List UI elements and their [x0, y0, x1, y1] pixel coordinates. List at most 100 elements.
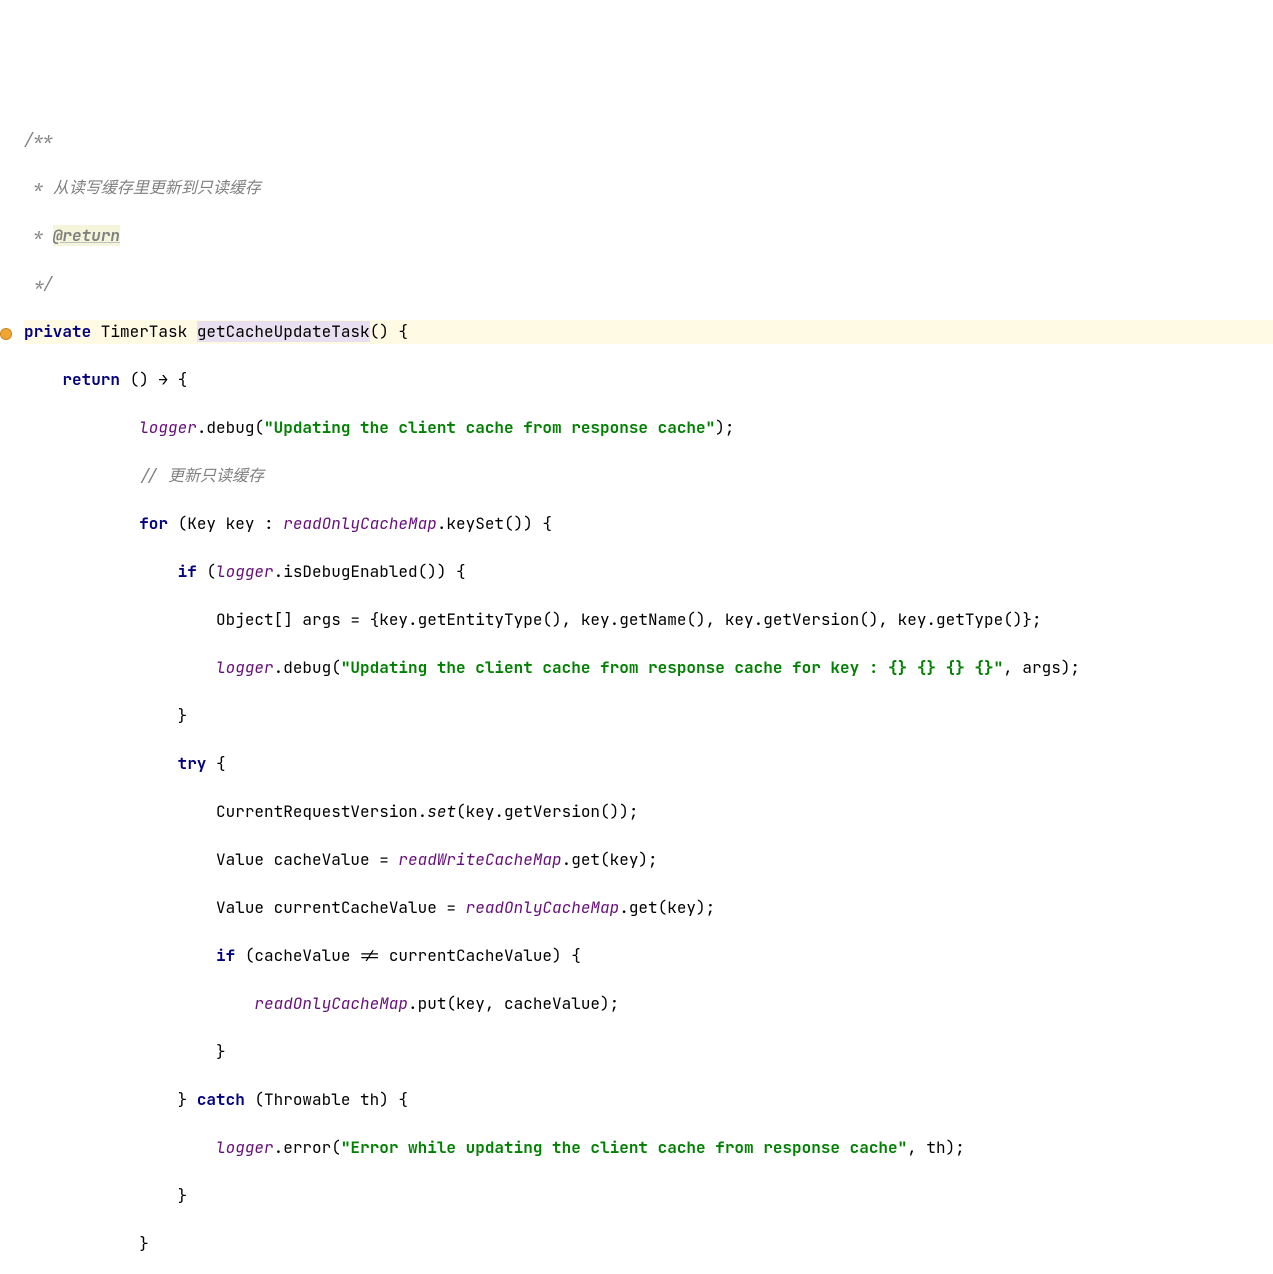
close-brace: }: [178, 705, 188, 726]
line-end: .isDebugEnabled()) {: [274, 561, 466, 582]
field-readonly-map: readOnlyCacheMap: [283, 513, 437, 534]
type-name: TimerTask: [91, 321, 197, 342]
javadoc-text: 从读写缓存里更新到只读缓存: [53, 177, 261, 198]
method-call: .debug(: [274, 657, 341, 678]
code-line[interactable]: }: [24, 1184, 1273, 1208]
static-method-call: set: [427, 801, 456, 822]
method-declaration: getCacheUpdateTask: [197, 321, 370, 342]
indent: [24, 1137, 216, 1158]
method-call: .error(: [274, 1137, 341, 1158]
code-line[interactable]: Value cacheValue = readWriteCacheMap.get…: [24, 848, 1273, 872]
indent: [24, 1089, 178, 1110]
code-line[interactable]: CurrentRequestVersion.set(key.getVersion…: [24, 800, 1273, 824]
javadoc-end: */: [24, 273, 53, 294]
field-readonly-map: readOnlyCacheMap: [466, 897, 620, 918]
method-params: () {: [370, 321, 408, 342]
catch-params: (Throwable th) {: [245, 1089, 408, 1110]
keyword-if: if: [178, 561, 197, 582]
indent: [24, 1233, 139, 1254]
code-line[interactable]: // 更新只读缓存: [24, 464, 1273, 488]
line-end: .get(key);: [619, 897, 715, 918]
code-line[interactable]: /**: [24, 128, 1273, 152]
close-brace: }: [216, 1041, 226, 1062]
javadoc-start: /**: [24, 129, 53, 150]
indent: [24, 417, 139, 438]
indent: [24, 609, 216, 630]
close-brace: }: [178, 1089, 197, 1110]
code-line[interactable]: }: [24, 1232, 1273, 1256]
indent: [24, 753, 178, 774]
keyword-private: private: [24, 321, 91, 342]
indent: [24, 369, 62, 390]
line-end: .keySet()) {: [437, 513, 552, 534]
javadoc-return-tag: @return: [53, 225, 120, 246]
code-line[interactable]: logger.debug("Updating the client cache …: [24, 656, 1273, 680]
indent: [24, 1185, 178, 1206]
indent: [24, 993, 254, 1014]
code-line[interactable]: * 从读写缓存里更新到只读缓存: [24, 176, 1273, 200]
field-logger: logger: [216, 657, 274, 678]
line-comment: // 更新只读缓存: [139, 465, 264, 486]
field-logger: logger: [216, 561, 274, 582]
code-line[interactable]: Object[] args = {key.getEntityType(), ke…: [24, 608, 1273, 632]
indent: [24, 561, 178, 582]
line-end: .put(key, cacheValue);: [408, 993, 619, 1014]
close-brace: }: [178, 1185, 188, 1206]
variable-declaration: Value cacheValue =: [216, 849, 398, 870]
indent: [24, 945, 216, 966]
indent: [24, 705, 178, 726]
code-line[interactable]: for (Key key : readOnlyCacheMap.keySet()…: [24, 512, 1273, 536]
code-editor[interactable]: /** * 从读写缓存里更新到只读缓存 * @return */ private…: [0, 96, 1273, 1274]
code-line[interactable]: if (cacheValue != currentCacheValue) {: [24, 944, 1273, 968]
keyword-return: return: [62, 369, 120, 390]
indent: [24, 513, 139, 534]
warning-gutter-icon[interactable]: [0, 323, 16, 339]
lambda-arrow: () → {: [120, 369, 187, 390]
code-line[interactable]: */: [24, 272, 1273, 296]
code-line[interactable]: return () → {: [24, 368, 1273, 392]
close-brace: }: [139, 1233, 149, 1254]
indent: [24, 465, 139, 486]
variable-declaration: Value currentCacheValue =: [216, 897, 466, 918]
code-line[interactable]: }: [24, 704, 1273, 728]
open-brace: {: [206, 753, 225, 774]
keyword-if: if: [216, 945, 235, 966]
code-line[interactable]: try {: [24, 752, 1273, 776]
code-line[interactable]: * @return: [24, 224, 1273, 248]
code-line[interactable]: Value currentCacheValue = readOnlyCacheM…: [24, 896, 1273, 920]
code-line[interactable]: } catch (Throwable th) {: [24, 1088, 1273, 1112]
indent: [24, 897, 216, 918]
field-logger: logger: [139, 417, 197, 438]
string-literal: "Updating the client cache from response…: [264, 417, 715, 438]
line-end: );: [715, 417, 734, 438]
keyword-try: try: [178, 753, 207, 774]
code-line[interactable]: readOnlyCacheMap.put(key, cacheValue);: [24, 992, 1273, 1016]
class-ref: CurrentRequestVersion.: [216, 801, 427, 822]
indent: [24, 849, 216, 870]
line-end: , th);: [907, 1137, 965, 1158]
field-readonly-map: readOnlyCacheMap: [254, 993, 408, 1014]
code-line[interactable]: if (logger.isDebugEnabled()) {: [24, 560, 1273, 584]
if-open: (: [197, 561, 216, 582]
indent: [24, 1041, 216, 1062]
keyword-for: for: [139, 513, 168, 534]
warning-dot-icon: [0, 328, 12, 340]
string-literal: "Error while updating the client cache f…: [341, 1137, 907, 1158]
string-literal: "Updating the client cache from response…: [341, 657, 1003, 678]
field-readwrite-map: readWriteCacheMap: [398, 849, 561, 870]
line-end: , args);: [1003, 657, 1080, 678]
javadoc-prefix: *: [24, 225, 53, 246]
line-end: .get(key);: [562, 849, 658, 870]
line-end: (key.getVersion());: [456, 801, 638, 822]
variable-declaration: Object[] args = {key.getEntityType(), ke…: [216, 609, 1042, 630]
method-call: .debug(: [197, 417, 264, 438]
for-params: (Key key :: [168, 513, 283, 534]
indent: [24, 657, 216, 678]
code-line[interactable]: logger.error("Error while updating the c…: [24, 1136, 1273, 1160]
indent: [24, 801, 216, 822]
keyword-catch: catch: [197, 1089, 245, 1110]
condition: (cacheValue != currentCacheValue) {: [235, 945, 581, 966]
code-line[interactable]: }: [24, 1040, 1273, 1064]
code-line-highlighted[interactable]: private TimerTask getCacheUpdateTask() {: [24, 320, 1273, 344]
code-line[interactable]: logger.debug("Updating the client cache …: [24, 416, 1273, 440]
